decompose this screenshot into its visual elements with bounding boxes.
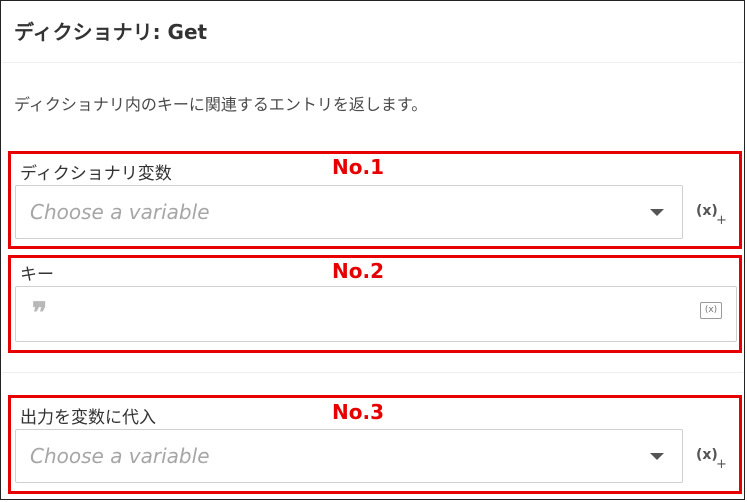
output-variable-select[interactable]: Choose a variable bbox=[15, 429, 683, 483]
output-variable-placeholder: Choose a variable bbox=[30, 444, 210, 468]
section-divider bbox=[2, 372, 743, 373]
key-input[interactable]: ❞ (x) bbox=[15, 286, 737, 342]
dictionary-variable-select[interactable]: Choose a variable bbox=[15, 185, 683, 239]
annotation-no1: No.1 bbox=[332, 155, 384, 179]
dictionary-variable-label: ディクショナリ変数 bbox=[20, 164, 172, 184]
annotation-no2: No.2 bbox=[332, 259, 384, 283]
variable-insert-icon[interactable]: (x) + bbox=[696, 447, 727, 472]
variable-insert-icon[interactable]: (x) bbox=[700, 302, 722, 319]
panel-description: ディクショナリ内のキーに関連するエントリを返します。 bbox=[14, 95, 428, 114]
caret-down-icon[interactable] bbox=[650, 209, 664, 216]
key-label: キー bbox=[20, 265, 54, 285]
caret-down-icon[interactable] bbox=[650, 453, 664, 460]
variable-insert-icon[interactable]: (x) + bbox=[696, 203, 727, 228]
dictionary-variable-placeholder: Choose a variable bbox=[30, 200, 210, 224]
annotation-no3: No.3 bbox=[332, 400, 384, 424]
output-variable-label: 出力を変数に代入 bbox=[20, 408, 156, 428]
title-divider bbox=[2, 62, 743, 63]
quote-icon: ❞ bbox=[32, 296, 48, 329]
panel-title: ディクショナリ: Get bbox=[14, 20, 208, 44]
